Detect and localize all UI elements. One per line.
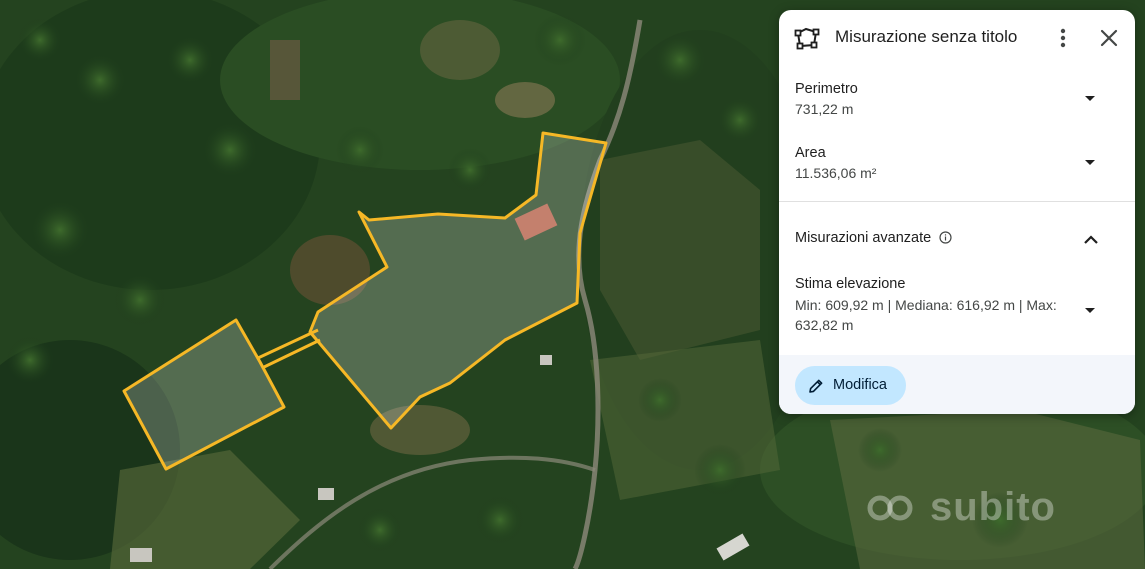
area-label: Area <box>795 145 826 161</box>
watermark: subito <box>930 485 1056 529</box>
subito-logo-icon <box>867 495 913 521</box>
edit-button[interactable]: Modifica <box>795 366 906 405</box>
area-value: 11.536,06 m² <box>795 165 877 181</box>
elevation-label: Stima elevazione <box>795 276 906 292</box>
perimeter-row[interactable]: Perimetro 731,22 m <box>779 66 1135 130</box>
close-icon[interactable] <box>1097 26 1121 50</box>
chevron-up-icon[interactable] <box>1083 233 1099 245</box>
perimeter-value: 731,22 m <box>795 101 854 117</box>
perimeter-label: Perimetro <box>795 81 858 97</box>
polygon-measure-icon <box>794 27 820 50</box>
area-row[interactable]: Area 11.536,06 m² <box>779 130 1135 196</box>
elevation-value: Min: 609,92 m | Mediana: 616,92 m | Max:… <box>795 297 1057 333</box>
panel-header: Misurazione senza titolo <box>779 10 1135 66</box>
caret-down-icon[interactable] <box>1083 157 1097 167</box>
caret-down-icon[interactable] <box>1083 305 1097 315</box>
more-vert-icon[interactable] <box>1051 24 1075 52</box>
pencil-icon <box>809 379 823 393</box>
panel-title: Misurazione senza titolo <box>835 27 1018 46</box>
caret-down-icon[interactable] <box>1083 93 1097 103</box>
edit-button-label: Modifica <box>833 377 887 393</box>
info-icon[interactable] <box>939 231 952 244</box>
advanced-measurements-label: Misurazioni avanzate <box>795 230 932 246</box>
measurement-panel: Misurazione senza titolo Perimetro 731,2… <box>779 10 1135 414</box>
